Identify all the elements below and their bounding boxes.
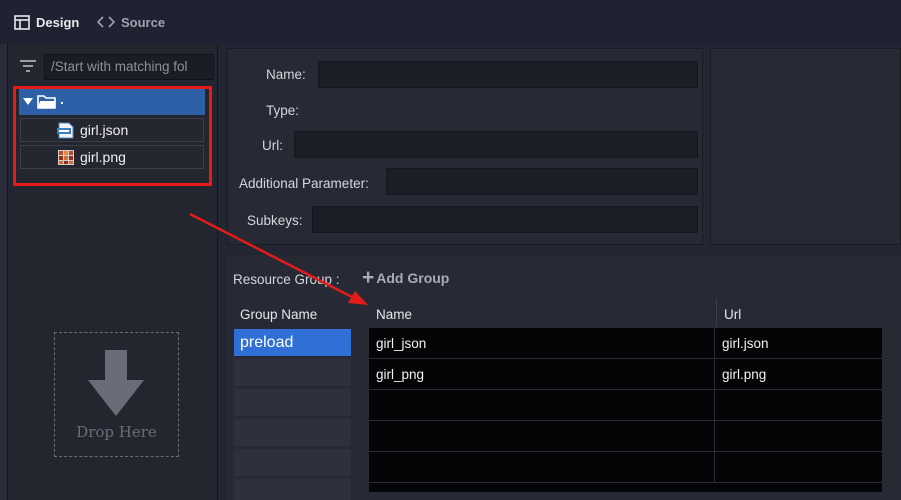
annotation-arrow xyxy=(189,212,368,305)
